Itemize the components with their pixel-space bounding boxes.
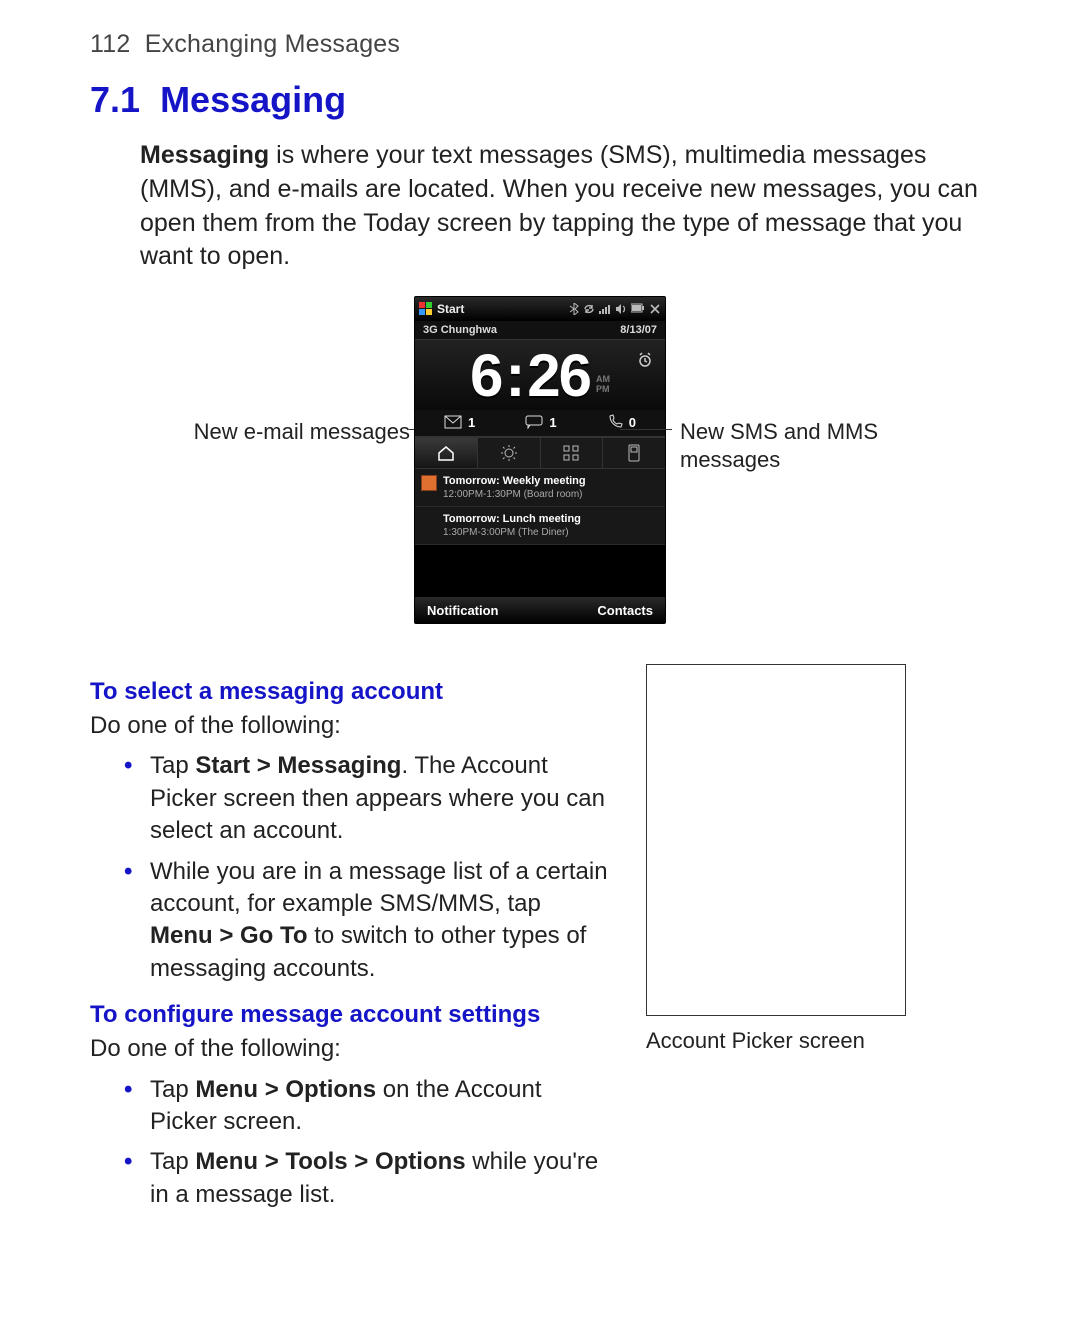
apps-grid-icon (562, 444, 580, 462)
list-bold: Menu > Tools > Options (195, 1148, 465, 1175)
clock-minutes: 26 (527, 346, 590, 406)
event-title: Tomorrow: Weekly meeting (443, 475, 657, 487)
select-list: Tap Start > Messaging. The Account Picke… (124, 750, 610, 985)
lower-columns: To select a messaging account Do one of … (90, 662, 990, 1221)
softkey-bar: Notification Contacts (415, 597, 665, 623)
list-bold: Menu > Options (195, 1076, 376, 1103)
device-titlebar: Start (415, 297, 665, 321)
sms-counter: 1 (525, 415, 556, 430)
event-sub: 12:00PM-1:30PM (Board room) (443, 489, 657, 500)
titlebar-text: Start (437, 302, 464, 316)
list-text: Tap (150, 1148, 195, 1175)
running-header: 112 Exchanging Messages (90, 30, 990, 59)
softkey-right: Contacts (597, 603, 653, 618)
clock-hours: 6 (470, 346, 501, 406)
clock-panel: 6 : 26 AM PM (415, 340, 665, 410)
status-icon-strip (569, 303, 661, 315)
event-item: Tomorrow: Lunch meeting 1:30PM-3:00PM (T… (415, 507, 665, 545)
event-title: Tomorrow: Lunch meeting (443, 513, 657, 525)
calls-count: 0 (629, 415, 636, 430)
launcher-tabs (415, 437, 665, 469)
text-column: To select a messaging account Do one of … (90, 662, 610, 1221)
document-page: 112 Exchanging Messages 7.1 Messaging Me… (0, 0, 1080, 1327)
bluetooth-icon (569, 303, 579, 315)
list-item: Tap Menu > Tools > Options while you're … (124, 1146, 610, 1211)
signal-icon (599, 303, 611, 315)
callout-line-right (620, 429, 672, 430)
sms-count: 1 (549, 415, 556, 430)
intro-paragraph: Messaging is where your text messages (S… (140, 139, 990, 274)
callout-sms: New SMS and MMS messages (680, 418, 930, 473)
tab-music (603, 438, 665, 468)
subhead-select: To select a messaging account (90, 678, 610, 706)
counters-row: 1 1 0 (415, 410, 665, 437)
tab-home (415, 438, 478, 468)
calls-counter: 0 (607, 414, 636, 430)
mail-counter: 1 (444, 415, 475, 430)
mail-icon (444, 415, 462, 429)
config-list: Tap Menu > Options on the Account Picker… (124, 1074, 610, 1212)
phone-icon (607, 414, 623, 430)
section-number: 7.1 (90, 79, 140, 120)
list-text: Tap (150, 1076, 195, 1103)
clock-ampm: AM PM (596, 375, 610, 395)
figure-column: Account Picker screen (646, 662, 916, 1076)
speech-bubble-icon (525, 415, 543, 429)
home-icon (437, 445, 455, 461)
battery-icon (631, 303, 645, 315)
mail-count: 1 (468, 415, 475, 430)
list-bold: Menu > Go To (150, 922, 308, 949)
clock-sep: : (505, 346, 523, 406)
subhead-config: To configure message account settings (90, 1001, 610, 1029)
tab-apps (541, 438, 604, 468)
music-player-icon (627, 444, 641, 462)
volume-icon (615, 303, 627, 315)
list-text: Tap (150, 752, 195, 779)
list-bold: Start > Messaging (195, 752, 401, 779)
device-status-line: 3G Chunghwa 8/13/07 (415, 321, 665, 340)
sync-icon (583, 303, 595, 315)
list-text: While you are in a message list of a cer… (150, 858, 608, 917)
section-heading: 7.1 Messaging (90, 79, 990, 121)
pm-label: PM (596, 385, 610, 395)
clock-display: 6 : 26 AM PM (423, 346, 657, 406)
section-title: Messaging (160, 79, 346, 120)
close-icon (649, 303, 661, 315)
figure-caption: Account Picker screen (646, 1028, 916, 1054)
date-label: 8/13/07 (620, 324, 657, 336)
event-sub: 1:30PM-3:00PM (The Diner) (443, 527, 657, 538)
list-item: While you are in a message list of a cer… (124, 856, 610, 986)
list-item: Tap Start > Messaging. The Account Picke… (124, 750, 610, 847)
calendar-icon (421, 475, 437, 491)
select-lead: Do one of the following: (90, 710, 610, 742)
tab-weather (478, 438, 541, 468)
account-picker-placeholder (646, 664, 906, 1016)
alarm-icon (637, 352, 653, 371)
sun-icon (500, 444, 518, 462)
softkey-left: Notification (427, 603, 499, 618)
page-number: 112 (90, 30, 130, 58)
list-item: Tap Menu > Options on the Account Picker… (124, 1074, 610, 1139)
chapter-name: Exchanging Messages (145, 30, 400, 58)
config-lead: Do one of the following: (90, 1033, 610, 1065)
intro-lead: Messaging (140, 141, 269, 169)
device-screenshot: Start 3G Chunghwa 8/13/07 (414, 296, 666, 624)
windows-flag-icon (419, 302, 433, 316)
event-item: Tomorrow: Weekly meeting 12:00PM-1:30PM … (415, 469, 665, 507)
callout-email: New e-mail messages (140, 418, 410, 446)
events-list: Tomorrow: Weekly meeting 12:00PM-1:30PM … (415, 469, 665, 545)
device-figure: New e-mail messages Start 3G Chunghwa (90, 296, 990, 626)
carrier-label: 3G Chunghwa (423, 324, 497, 336)
